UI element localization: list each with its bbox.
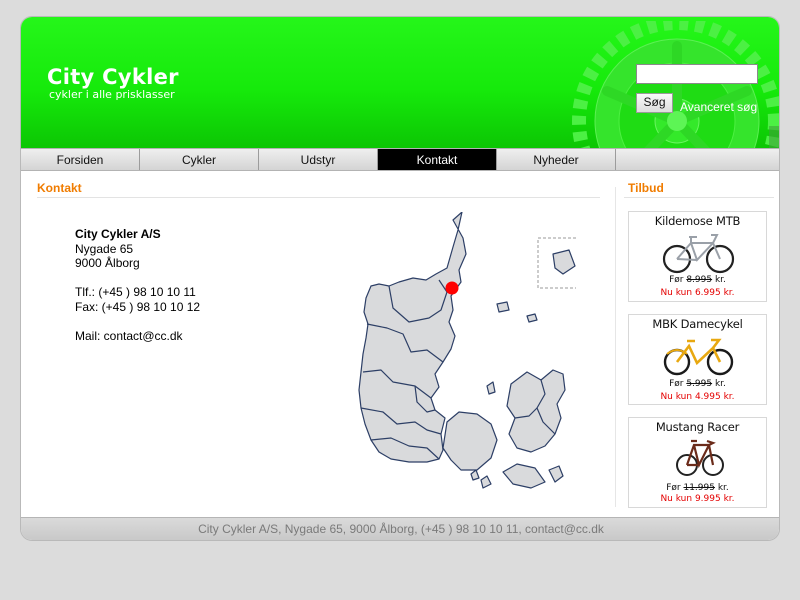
company-name: City Cykler A/S [75,227,161,241]
offer-now-price: Nu kun 9.995 kr. [660,494,735,504]
chainring-gear-icon [572,21,779,148]
offer-card[interactable]: MBK Damecykel Før 5.995 kr. Nu kun 4.995… [628,314,767,405]
racer-bike-icon [676,439,724,476]
search-input[interactable] [636,64,758,84]
header: City Cykler cykler i alle prisklasser Sø… [21,17,779,148]
denmark-map [358,212,576,489]
offers-heading-divider [624,197,774,198]
contact-heading-divider [37,197,600,198]
offer-now-price: Nu kun 4.995 kr. [660,392,735,402]
search-button[interactable]: Søg [636,93,673,113]
nav-item-udstyr[interactable]: Udstyr [259,149,378,170]
logo-title[interactable]: City Cykler [47,65,179,89]
site-container: City Cykler cykler i alle prisklasser Sø… [20,16,780,541]
footer: City Cykler A/S, Nygade 65, 9000 Ålborg,… [21,517,779,540]
main-nav: Forsiden Cykler Udstyr Kontakt Nyheder [21,148,779,171]
advanced-search-link[interactable]: Avanceret søg [680,100,757,114]
nav-item-nyheder[interactable]: Nyheder [497,149,616,170]
offer-card[interactable]: Kildemose MTB Før 8.995 kr. Nu kun 6.995… [628,211,767,302]
offer-before-price: Før 8.995 kr. [669,275,726,285]
nav-item-cykler[interactable]: Cykler [140,149,259,170]
street-address: Nygade 65 [75,241,134,256]
offer-name[interactable]: Mustang Racer [629,420,766,434]
offer-now-price: Nu kun 6.995 kr. [660,288,735,298]
mountain-bike-icon [662,234,735,274]
offer-name[interactable]: Kildemose MTB [629,214,766,228]
fax-number: Fax: (+45 ) 98 10 10 12 [75,299,201,314]
nav-item-forsiden[interactable]: Forsiden [21,149,140,170]
offers-heading: Tilbud [628,181,664,195]
map-zealand [506,369,566,453]
contact-info: City Cykler A/S Nygade 65 9000 Ålborg Tl… [75,227,200,343]
column-divider [615,187,616,507]
map-bornholm [552,249,576,275]
offer-before-price: Før 11.995 kr. [666,483,729,493]
store-location-marker [445,281,459,295]
city-address: 9000 Ålborg [75,256,140,270]
offer-card[interactable]: Mustang Racer Før 11.995 kr. Nu kun 9.99… [628,417,767,508]
offer-name[interactable]: MBK Damecykel [629,317,766,331]
logo-tagline: cykler i alle prisklasser [49,88,175,101]
map-lolland [502,463,546,489]
map-falster [548,465,564,483]
contact-heading: Kontakt [37,181,82,195]
map-funen [442,411,498,471]
nav-item-kontakt[interactable]: Kontakt [378,149,497,170]
city-bike-icon [663,338,734,376]
email-address[interactable]: Mail: contact@cc.dk [75,329,200,344]
offer-before-price: Før 5.995 kr. [669,379,726,389]
phone-number: Tlf.: (+45 ) 98 10 10 11 [75,285,196,299]
